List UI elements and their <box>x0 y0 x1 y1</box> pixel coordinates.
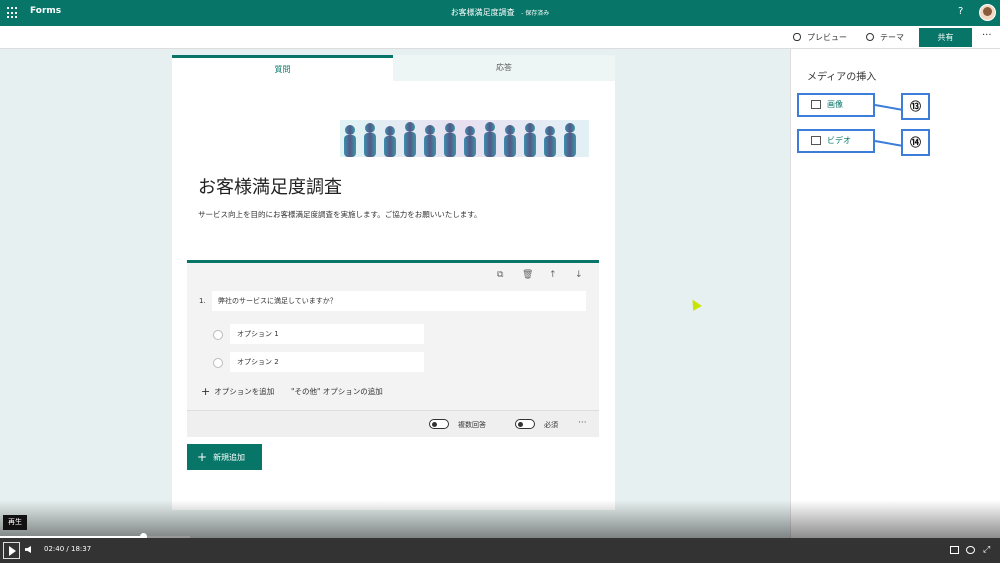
plus-icon: + <box>201 385 211 398</box>
panel-title: メディアの挿入 <box>807 72 877 83</box>
move-down-icon[interactable]: ↓ <box>575 270 583 280</box>
captions-icon[interactable] <box>950 546 959 554</box>
fullscreen-icon[interactable]: ⤢ <box>983 546 992 555</box>
theme-button[interactable]: テーマ <box>866 32 904 43</box>
time-separator: / <box>66 545 69 553</box>
player-gradient <box>0 500 1000 538</box>
user-avatar[interactable] <box>979 4 996 21</box>
play-icon[interactable] <box>3 542 20 559</box>
add-new-button[interactable]: + 新規追加 <box>187 444 262 470</box>
time-display: 02:40 / 18:37 <box>44 545 91 553</box>
video-label: ビデオ <box>827 136 851 145</box>
option-radio[interactable] <box>213 330 223 340</box>
callout-14: ⑭ <box>901 129 930 156</box>
insert-media-panel <box>790 49 1000 538</box>
required-toggle[interactable] <box>515 419 535 429</box>
option-radio[interactable] <box>213 358 223 368</box>
mouse-cursor-icon <box>688 297 702 311</box>
move-up-icon[interactable]: ↑ <box>549 270 557 280</box>
add-new-label: 新規追加 <box>213 453 246 462</box>
delete-icon[interactable]: 🗑 <box>522 270 533 280</box>
app-launcher-icon[interactable] <box>7 7 19 19</box>
option-input[interactable]: オプション 2 <box>230 352 424 372</box>
video-icon <box>811 136 821 145</box>
document-title: お客様満足度調査 - 保存済み <box>400 7 600 18</box>
multiple-answers-label: 複数回答 <box>458 421 486 429</box>
copy-icon[interactable]: ⧉ <box>497 270 503 280</box>
required-label: 必須 <box>544 421 558 429</box>
total-time: 18:37 <box>71 545 92 553</box>
header-banner-image[interactable] <box>340 120 589 157</box>
more-options-button[interactable]: ··· <box>982 30 992 41</box>
add-option-label: オプションを追加 <box>214 387 275 396</box>
option-input[interactable]: オプション 1 <box>230 324 424 344</box>
form-title[interactable]: お客様満足度調査 <box>198 173 342 199</box>
tab-questions[interactable]: 質問 <box>172 55 393 81</box>
palette-icon <box>866 33 874 41</box>
eye-icon <box>793 33 801 41</box>
preview-button[interactable]: プレビュー <box>793 32 847 43</box>
question-number: 1. <box>199 297 206 305</box>
settings-icon[interactable] <box>966 546 975 554</box>
app-header: Forms お客様満足度調査 - 保存済み ? <box>0 0 1000 26</box>
theme-label: テーマ <box>880 33 904 42</box>
insert-video-button[interactable]: ビデオ <box>797 129 875 153</box>
question-text-input[interactable]: 弊社のサービスに満足していますか？ <box>212 291 586 311</box>
video-player-bar <box>0 538 1000 563</box>
preview-label: プレビュー <box>807 33 847 42</box>
image-label: 画像 <box>827 100 843 109</box>
question-footer <box>187 410 599 437</box>
plus-icon: + <box>197 450 208 464</box>
add-option-button[interactable]: + オプションを追加 <box>201 385 274 398</box>
image-icon <box>811 100 821 109</box>
share-button[interactable]: 共有 <box>919 28 972 47</box>
document-title-text: お客様満足度調査 <box>450 8 515 17</box>
form-description[interactable]: サービス向上を目的にお客様満足度調査を実施します。ご協力をお願いいたします。 <box>198 209 482 220</box>
app-name[interactable]: Forms <box>30 6 61 16</box>
multiple-answers-toggle[interactable] <box>429 419 449 429</box>
add-other-option-button[interactable]: "その他" オプションの追加 <box>291 386 383 397</box>
tab-bar: 質問 応答 <box>172 55 615 81</box>
save-status: - 保存済み <box>521 10 550 17</box>
insert-image-button[interactable]: 画像 <box>797 93 875 117</box>
callout-13: ⑬ <box>901 93 930 120</box>
tab-responses[interactable]: 応答 <box>393 55 615 81</box>
help-button[interactable]: ? <box>958 6 963 17</box>
current-time: 02:40 <box>44 545 65 553</box>
play-tooltip: 再生 <box>3 515 27 530</box>
command-bar: プレビュー テーマ 共有 ··· <box>0 26 1000 49</box>
question-more-button[interactable]: ··· <box>578 418 587 428</box>
